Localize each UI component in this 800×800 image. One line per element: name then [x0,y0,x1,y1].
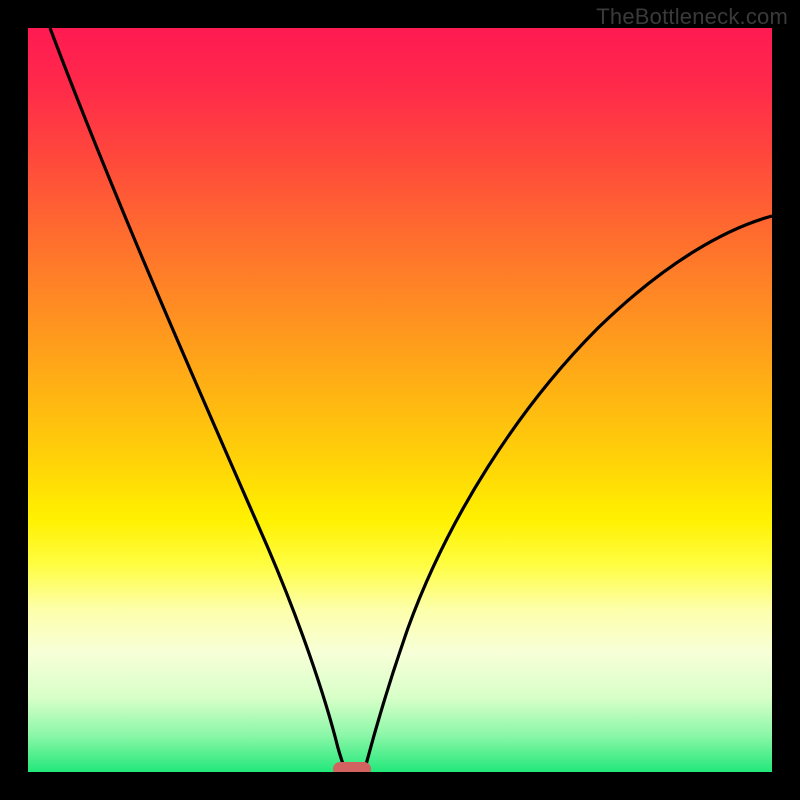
left-curve [50,28,347,772]
chart-frame: TheBottleneck.com [0,0,800,800]
plot-area [28,28,772,772]
watermark-text: TheBottleneck.com [596,4,788,30]
right-curve [364,216,772,772]
curve-layer [28,28,772,772]
indicator-pill [333,762,371,772]
